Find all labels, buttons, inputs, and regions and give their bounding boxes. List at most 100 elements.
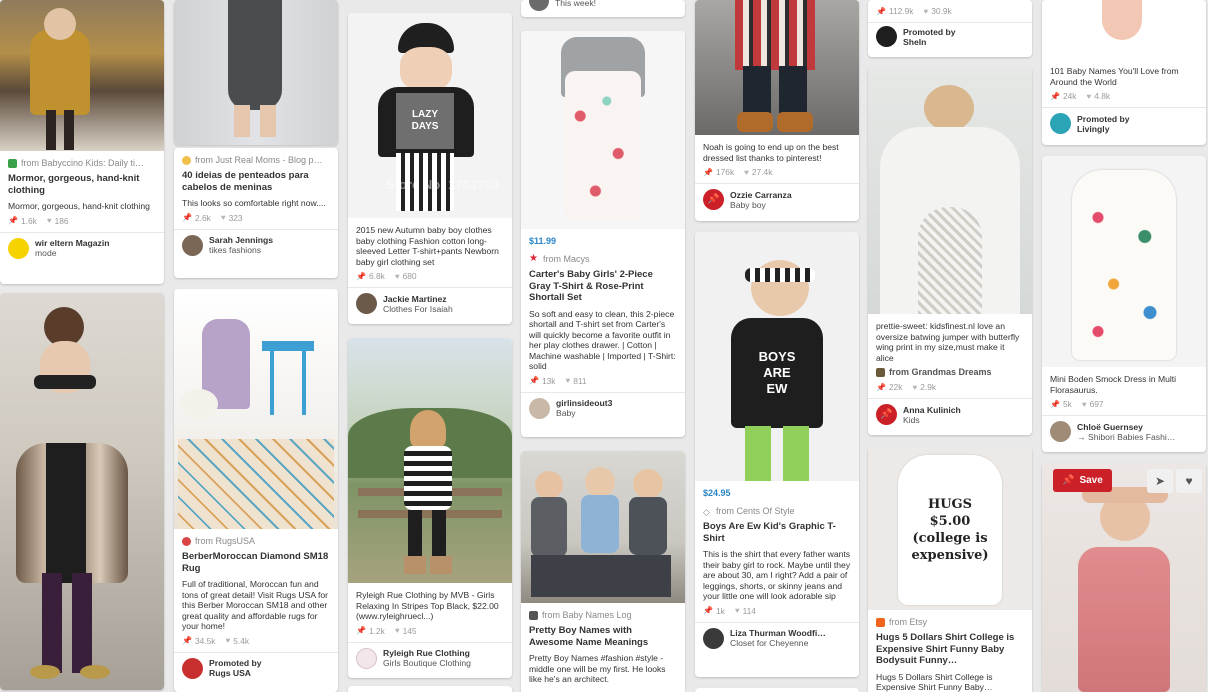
pin-attribution[interactable]: Ryleigh Rue Clothing Girls Boutique Cloth…	[348, 641, 512, 674]
board-name[interactable]: → Shibori Babies Fashi…	[1077, 432, 1175, 442]
pin-source[interactable]: from Just Real Moms - Blog p…	[182, 155, 330, 165]
pin-title[interactable]: Mormor, gorgeous, hand-knit clothing	[8, 173, 156, 196]
avatar[interactable]	[182, 657, 203, 679]
pin-card[interactable]: from Just Real Moms - Blog p… 40 ideias …	[174, 148, 338, 278]
pin-title[interactable]: 40 ideias de penteados para cabelos de m…	[182, 170, 330, 193]
pin-image[interactable]	[174, 0, 338, 145]
pin-card[interactable]: from RugsUSA BerberMoroccan Diamond SM18…	[174, 289, 338, 692]
pin-image[interactable]	[1042, 156, 1206, 367]
pin-image[interactable]	[348, 338, 512, 583]
pin-attribution[interactable]: girlinsideout3 Baby	[521, 391, 685, 424]
avatar[interactable]	[703, 627, 724, 649]
pin-attribution[interactable]: Promoted by Sheln	[868, 22, 1032, 50]
pin-card[interactable]: LAZY DAYS Store No: 1763730 2015 new Aut…	[348, 13, 512, 324]
pin-title[interactable]: Hugs 5 Dollars Shirt College is Expensiv…	[876, 632, 1024, 667]
pin-source[interactable]: from Grandmas Dreams	[876, 367, 1024, 377]
pin-source[interactable]: ◇ from Cents Of Style	[703, 506, 851, 516]
pin-image[interactable]	[0, 293, 164, 690]
pin-attribution[interactable]: 📌 Anna Kulinich Kids	[868, 398, 1032, 430]
pin-source[interactable]: ★ from Macys	[529, 254, 677, 264]
save-button[interactable]: 📌 Save	[1053, 469, 1112, 492]
pin-attribution[interactable]: Jackie Martinez Clothes For Isaiah	[348, 287, 512, 319]
pin-attribution[interactable]: wir eltern Magazin mode	[0, 231, 164, 264]
pin-image[interactable]: LAZY DAYS Store No: 1763730	[348, 13, 512, 218]
pin-attribution[interactable]: Sarah Jennings tikes fashions	[174, 228, 338, 261]
board-name[interactable]: Clothes For Isaiah	[383, 304, 453, 314]
avatar[interactable]	[356, 647, 377, 669]
pin-card[interactable]: from Babyccino Kids: Daily ti… Mormor, g…	[0, 0, 164, 284]
pin-card[interactable]: HUGS $5.00 (college is expensive) from E…	[868, 447, 1032, 692]
pin-attribution[interactable]: This week!	[521, 0, 685, 11]
pin-source[interactable]: from Babyccino Kids: Daily ti…	[8, 158, 156, 168]
pin-attribution[interactable]: Promoted by Rugs USA	[174, 651, 338, 684]
pin-card[interactable]	[174, 0, 338, 145]
pin-image[interactable]: BOYS ARE EW	[695, 232, 859, 481]
promoter-name[interactable]: Livingly	[1077, 124, 1130, 134]
pin-image[interactable]	[521, 451, 685, 603]
avatar[interactable]	[182, 234, 203, 256]
pin-card[interactable]: $11.99 ★ from Macys Carter's Baby Girls' …	[521, 31, 685, 437]
board-name[interactable]: This week!	[555, 0, 596, 8]
board-name[interactable]: Closet for Cheyenne	[730, 638, 826, 648]
avatar[interactable]	[356, 293, 377, 314]
send-button[interactable]: ➤	[1147, 469, 1173, 493]
pin-title[interactable]: Pretty Boy Names with Awesome Name Meani…	[529, 625, 677, 648]
pin-source[interactable]: from Etsy	[876, 617, 1024, 627]
pin-card[interactable]	[348, 686, 512, 692]
avatar[interactable]	[8, 237, 29, 259]
pin-card[interactable]: This week!	[521, 0, 685, 17]
pin-attribution[interactable]: Chloë Guernsey → Shibori Babies Fashi…	[1042, 415, 1206, 447]
pin-title[interactable]: Boys Are Ew Kid's Graphic T-Shirt	[703, 521, 851, 544]
pinner-name[interactable]: Jackie Martinez	[383, 294, 453, 304]
pin-attribution[interactable]: Liza Thurman Woodfi… Closet for Cheyenne	[695, 621, 859, 654]
pin-image[interactable]	[0, 0, 164, 151]
pin-image[interactable]	[1042, 463, 1206, 692]
pin-card[interactable]: 101 Baby Names You'll Love from Around t…	[1042, 0, 1206, 145]
board-name[interactable]: Girls Boutique Clothing	[383, 658, 471, 668]
pinner-name[interactable]: girlinsideout3	[556, 398, 612, 408]
board-name[interactable]: Kids	[903, 415, 961, 425]
pin-attribution[interactable]: 📌 Ozzie Carranza Baby boy	[695, 183, 859, 215]
pin-source[interactable]: from RugsUSA	[182, 536, 330, 546]
board-name[interactable]: tikes fashions	[209, 245, 273, 255]
pin-card[interactable]: Mini Boden Smock Dress in Multi Florasau…	[1042, 156, 1206, 452]
avatar[interactable]	[529, 397, 550, 419]
pinner-name[interactable]: Ryleigh Rue Clothing	[383, 648, 471, 658]
pin-card[interactable]: Noah is going to end up on the best dres…	[695, 0, 859, 221]
avatar[interactable]	[529, 0, 549, 11]
pin-card[interactable]: 📌 Save ➤ ♥	[1042, 463, 1206, 692]
pin-attribution[interactable]: Promoted by Livingly	[1042, 107, 1206, 139]
pinner-name[interactable]: Sarah Jennings	[209, 235, 273, 245]
pin-title[interactable]: BerberMoroccan Diamond SM18 Rug	[182, 551, 330, 574]
pin-image[interactable]	[174, 289, 338, 529]
board-name[interactable]: mode	[35, 248, 110, 258]
pin-card[interactable]	[0, 293, 164, 690]
pinner-name[interactable]: Anna Kulinich	[903, 405, 961, 415]
pin-card[interactable]: 📌 112.9k ♥ 30.9k Promoted by Sheln	[868, 0, 1032, 57]
promoter-name[interactable]: Sheln	[903, 37, 956, 47]
pin-source[interactable]: from Baby Names Log	[529, 610, 677, 620]
pinner-name[interactable]: wir eltern Magazin	[35, 238, 110, 248]
avatar[interactable]	[1050, 421, 1071, 442]
pin-card[interactable]: Ryleigh Rue Clothing by MVB - Girls Rela…	[348, 338, 512, 678]
board-name[interactable]: Baby boy	[730, 200, 792, 210]
board-name[interactable]: Baby	[556, 408, 612, 418]
pinner-name[interactable]: Liza Thurman Woodfi…	[730, 628, 826, 638]
pin-card[interactable]: BOYS ARE EW $24.95 ◇ from Cents Of Style …	[695, 232, 859, 677]
pin-image[interactable]	[868, 67, 1032, 314]
pin-image[interactable]: HUGS $5.00 (college is expensive)	[868, 447, 1032, 610]
pin-image[interactable]	[1042, 0, 1206, 59]
pinner-name[interactable]: Chloë Guernsey	[1077, 422, 1175, 432]
pinner-name[interactable]: Ozzie Carranza	[730, 190, 792, 200]
avatar[interactable]	[1050, 113, 1071, 134]
like-button[interactable]: ♥	[1176, 469, 1202, 493]
pin-card[interactable]: prettie-sweet: kidsfinest.nl love an ove…	[868, 67, 1032, 435]
avatar[interactable]	[876, 26, 897, 47]
pushpin-icon[interactable]: 📌	[876, 404, 897, 425]
pin-image[interactable]	[695, 0, 859, 135]
promoter-name[interactable]: Rugs USA	[209, 668, 262, 678]
pin-card[interactable]	[695, 688, 859, 692]
pin-image[interactable]	[521, 31, 685, 229]
pin-card[interactable]: from Baby Names Log Pretty Boy Names wit…	[521, 451, 685, 692]
pin-title[interactable]: Carter's Baby Girls' 2-Piece Gray T-Shir…	[529, 269, 677, 304]
